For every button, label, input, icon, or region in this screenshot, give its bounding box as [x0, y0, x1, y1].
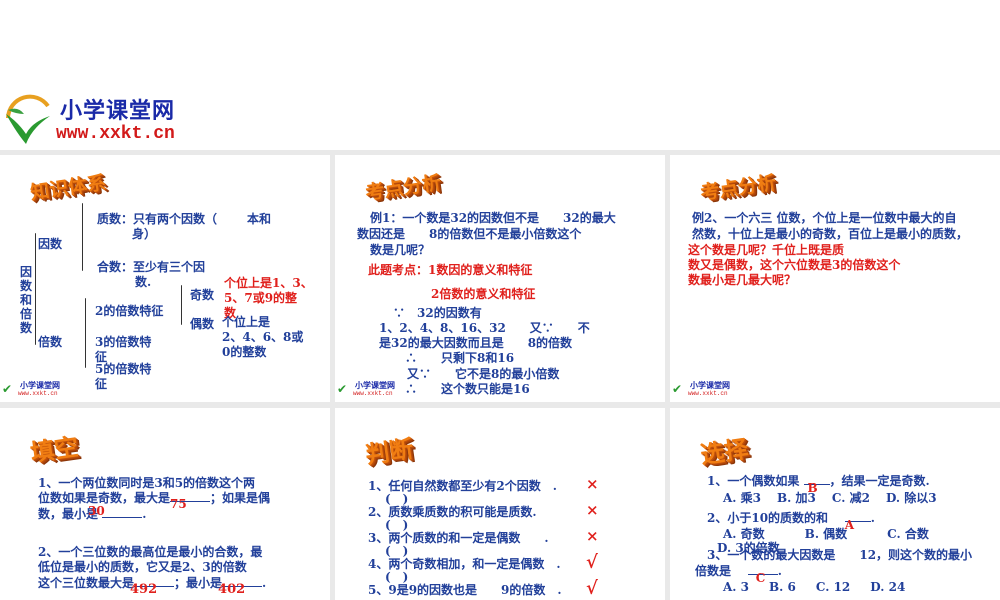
prime-def-c: 身） [132, 227, 157, 241]
multiple-label: 倍数 [38, 335, 63, 349]
multiple-5-feature-b: 征 [95, 377, 108, 391]
question-line: 1、一个偶数如果 B ，结果一定是奇数. [707, 474, 930, 495]
question-line: 倍数是 C. [695, 564, 782, 585]
mini-logo: ✔ 小学课堂网 www.xxkt.cn [2, 381, 60, 397]
slide-title: 选择 [698, 434, 751, 470]
even-label: 偶数 [190, 317, 215, 331]
slide-title: 考点分析 [364, 171, 443, 205]
odd-label: 奇数 [190, 288, 215, 302]
mini-logo: ✔ 小学课堂网 www.xxkt.cn [672, 381, 730, 397]
slide-knowledge-system[interactable]: 知识体系 因数和倍数 因数 倍数 质数：只有两个因数（ 本和 身） 合数：至少有… [0, 155, 330, 402]
prime-def: 质数：只有两个因数（ [97, 212, 218, 226]
brace [35, 233, 36, 345]
solution-line: 1、2、4、8、16、32 又∵ 不 [379, 321, 590, 335]
question-line: 位数如果是奇数，最大是 75 ；如果是偶 [38, 491, 271, 511]
check-mark: √ [586, 578, 598, 599]
answer-parentheses: ( ) [385, 518, 409, 532]
solution-line: ∵ 32的因数有 [393, 306, 482, 320]
even-rule: 0的整数 [222, 345, 267, 359]
question-line-red: 数最小是几最大呢？ [688, 273, 797, 287]
slide-example-2[interactable]: 考点分析 例2、一个六三 位数，个位上是一位数中最大的自 然数，十位上是最小的奇… [670, 155, 1000, 402]
question-line: 数，最小是 30 . [38, 504, 147, 521]
odd-rule: 个位上是1、3、 [224, 276, 313, 290]
site-logo[interactable]: 小学课堂网 www.xxkt.cn [2, 92, 202, 150]
brace [85, 298, 86, 368]
header-area: 小学课堂网 www.xxkt.cn [0, 0, 1000, 150]
slide-title: 知识体系 [29, 171, 108, 205]
question-line: 例2、一个六三 位数，个位上是一位数中最大的自 [692, 211, 957, 225]
question-line-red: 这个数是几呢？千位上既是质 [688, 243, 845, 257]
site-url: www.xxkt.cn [56, 124, 175, 144]
odd-rule: 5、7或9的整 [224, 291, 298, 305]
even-rule: 个位上是 [222, 315, 271, 329]
brace [181, 285, 182, 325]
question-line: 低位是最小的质数，它又是2、3的倍数 [38, 560, 247, 574]
answer-parentheses: ( ) [385, 544, 409, 558]
key-point: 2倍数的意义和特征 [431, 287, 536, 301]
slide-title: 考点分析 [699, 171, 778, 205]
multiple-2-feature: 2的倍数特征 [95, 304, 164, 318]
slide-title: 判断 [363, 434, 416, 470]
answer: 75 [170, 497, 187, 511]
logo-leaf-icon [6, 94, 50, 144]
key-point: 此题考点：1数因的意义和特征 [368, 263, 533, 277]
options: A. 乘3 B. 加3 C. 减2 D. 除以3 [723, 491, 937, 505]
question-line: 3、一个数的最大因数是 12，则这个数的最小 [707, 548, 973, 562]
options: A. 奇数 B. 偶数 C. 合数 [723, 527, 929, 541]
cross-mark: × [586, 501, 599, 519]
slide-true-false[interactable]: 判断 1、任何自然数都至少有2个因数 . 2、质数乘质数的积可能是质数. 3、两… [335, 408, 665, 600]
question-line: 数是几呢？ [370, 243, 431, 257]
cross-mark: × [586, 475, 599, 493]
solution-line: ∴ 只剩下8和16 [405, 351, 515, 365]
solution-line: ∴ 这个数只能是16 [405, 382, 530, 396]
solution-line: 又∵ 它不是8的最小倍数 [407, 367, 560, 381]
question-line: 例1：一个数是32的因数但不是 32的最大 [370, 211, 616, 225]
question-line: 1、一个两位数同时是3和5的倍数这个两 [38, 476, 256, 490]
prime-def-b: 本和 [247, 212, 272, 226]
question-line: 这个三位数最大是 492 ；最小是 402. [38, 576, 267, 597]
slide-multiple-choice[interactable]: 选择 1、一个偶数如果 B ，结果一定是奇数. A. 乘3 B. 加3 C. 减2 D.… [670, 408, 1000, 600]
mini-logo: ✔ 小学课堂网 www.xxkt.cn [337, 381, 395, 397]
options: A. 3 B. 6 C. 12 D. 24 [723, 580, 906, 594]
composite-def-b: 数. [135, 275, 152, 289]
question-line: 2、一个三位数的最高位是最小的合数，最 [38, 545, 263, 559]
question-line: 然数，十位上是最小的奇数，百位上是最小的质数， [692, 227, 969, 241]
factor-label: 因数 [38, 237, 63, 251]
multiple-5-feature: 5的倍数特 [95, 362, 152, 376]
brace [82, 203, 83, 271]
slide-fill-blank[interactable]: 填空 1、一个两位数同时是3和5的倍数这个两 位数如果是奇数，最大是 75 ；如果是… [0, 408, 330, 600]
question-line: 数因还是 8的倍数但不是最小倍数这个 [357, 227, 582, 241]
solution-line: 是32的最大因数而且是 8的倍数 [379, 336, 573, 350]
answer: 402 [218, 582, 246, 597]
question-line: 2、小于10的质数的和 A. [707, 511, 875, 532]
answer-parentheses: ( ) [385, 570, 409, 584]
multiple-3-feature: 3的倍数特 [95, 335, 152, 349]
even-rule: 2、4、6、8或 [222, 330, 304, 344]
site-name: 小学课堂网 [60, 99, 176, 124]
answer: 492 [130, 582, 158, 597]
cross-mark: × [586, 527, 599, 545]
answer-parentheses: ( ) [385, 492, 409, 506]
slide-example-1[interactable]: 考点分析 例1：一个数是32的因数但不是 32的最大 数因还是 8的倍数但不是最… [335, 155, 665, 402]
question-line-red: 数又是偶数，这个六位数是3的倍数这个 [688, 258, 901, 272]
slide-title: 填空 [28, 432, 81, 468]
check-mark: √ [586, 552, 598, 573]
statement: 5、9是9的因数也是 9的倍数 . [368, 583, 562, 597]
composite-def: 合数：至少有三个因 [97, 260, 206, 274]
root-label: 因数和倍数 [20, 265, 33, 335]
